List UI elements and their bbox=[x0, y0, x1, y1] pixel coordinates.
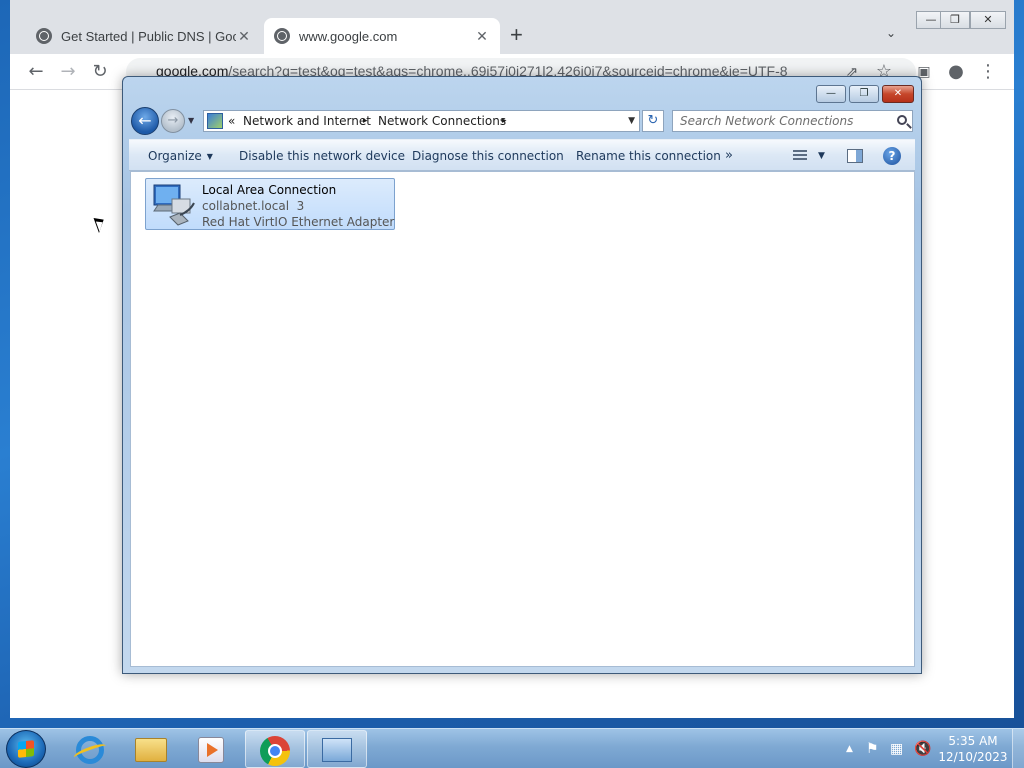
back-arrow-icon[interactable]: ← bbox=[131, 107, 159, 135]
tab-title: www.google.com bbox=[299, 28, 398, 44]
tab-search-chevron-icon[interactable]: ⌄ bbox=[886, 26, 896, 40]
search-input[interactable] bbox=[673, 111, 883, 131]
tab-public-dns[interactable]: Get Started | Public DNS | Goo ✕ bbox=[26, 18, 262, 54]
address-dropdown-icon[interactable]: ▼ bbox=[628, 111, 635, 131]
rename-connection-button[interactable]: Rename this connection bbox=[576, 140, 721, 172]
windows-explorer-icon bbox=[135, 738, 167, 762]
profile-avatar-icon[interactable]: ● bbox=[944, 60, 968, 84]
connection-adapter: Red Hat VirtIO Ethernet Adapter bbox=[202, 215, 395, 229]
reload-icon[interactable]: ↻ bbox=[88, 60, 112, 84]
media-player-icon bbox=[198, 737, 224, 763]
clock-time: 5:35 AM bbox=[948, 734, 998, 748]
forward-arrow-icon[interactable]: → bbox=[56, 60, 80, 84]
views-chevron-down-icon[interactable]: ▼ bbox=[818, 140, 825, 172]
history-chevron-down-icon[interactable]: ▼ bbox=[188, 116, 194, 125]
show-desktop-button[interactable] bbox=[1012, 729, 1024, 768]
breadcrumb-overflow[interactable]: « bbox=[228, 111, 235, 131]
breadcrumb-separator-icon[interactable]: ▸ bbox=[363, 111, 368, 131]
connection-details: Local Area Connection collabnet.local 3 … bbox=[202, 182, 394, 230]
organize-label: Organize bbox=[148, 149, 202, 163]
globe-icon bbox=[274, 28, 290, 44]
tab-title: Get Started | Public DNS | Goo bbox=[61, 28, 236, 44]
preview-pane-icon[interactable] bbox=[847, 149, 863, 163]
search-box[interactable] bbox=[672, 110, 913, 132]
connections-list: Local Area Connection collabnet.local 3 … bbox=[130, 171, 915, 667]
more-commands-button[interactable]: » bbox=[725, 140, 733, 172]
tab-google[interactable]: www.google.com ✕ bbox=[264, 18, 500, 54]
connection-network: collabnet.local 3 bbox=[202, 199, 305, 213]
search-icon[interactable] bbox=[897, 115, 907, 125]
globe-icon bbox=[36, 28, 52, 44]
diagnose-connection-button[interactable]: Diagnose this connection bbox=[412, 140, 564, 172]
back-arrow-icon[interactable]: ← bbox=[24, 60, 48, 84]
tray-expand-button[interactable]: ▲ bbox=[846, 729, 853, 768]
organize-button[interactable]: Organize ▼ bbox=[148, 140, 213, 172]
breadcrumb-network-and-internet[interactable]: Network and Internet bbox=[243, 111, 371, 131]
start-button[interactable] bbox=[6, 730, 46, 768]
internet-explorer-icon bbox=[76, 736, 104, 764]
volume-muted-icon[interactable]: 🔇 bbox=[914, 729, 931, 768]
control-panel-icon bbox=[207, 113, 223, 129]
menu-dots-icon[interactable]: ⋮ bbox=[976, 60, 1000, 84]
chrome-icon bbox=[260, 736, 290, 766]
network-connections-window: — ❐ ✕ ← → ▼ « Network and Internet ▸ Net… bbox=[122, 76, 922, 674]
close-button[interactable]: ✕ bbox=[882, 85, 914, 103]
restore-button[interactable]: ❐ bbox=[940, 11, 970, 29]
disable-device-button[interactable]: Disable this network device bbox=[239, 140, 405, 172]
new-tab-button[interactable]: + bbox=[510, 24, 523, 46]
breadcrumb[interactable]: « Network and Internet ▸ Network Connect… bbox=[203, 110, 640, 132]
restore-button[interactable]: ❐ bbox=[849, 85, 879, 103]
action-center-flag-icon[interactable]: ⚑ bbox=[866, 729, 879, 768]
connection-name: Local Area Connection bbox=[202, 183, 337, 197]
chevron-down-icon: ▼ bbox=[206, 152, 213, 161]
taskbar-windows-explorer[interactable] bbox=[121, 730, 181, 768]
network-adapter-icon bbox=[153, 184, 195, 226]
breadcrumb-network-connections[interactable]: Network Connections bbox=[378, 111, 506, 131]
network-status-icon[interactable]: ▦ bbox=[890, 729, 903, 768]
command-bar: Organize ▼ Disable this network device Di… bbox=[129, 139, 915, 171]
connection-item[interactable]: Local Area Connection collabnet.local 3 … bbox=[145, 178, 395, 230]
tab-close-button[interactable]: ✕ bbox=[474, 28, 490, 45]
close-button[interactable]: ✕ bbox=[970, 11, 1006, 29]
address-row: ← → ▼ « Network and Internet ▸ Network C… bbox=[131, 107, 915, 135]
network-connections-icon bbox=[322, 738, 352, 762]
clock-date: 12/10/2023 bbox=[938, 750, 1008, 764]
tab-close-button[interactable]: ✕ bbox=[236, 28, 252, 45]
taskbar-network-connections[interactable] bbox=[307, 730, 367, 768]
chrome-titlebar: Get Started | Public DNS | Goo ✕ www.goo… bbox=[10, 0, 1014, 54]
taskbar: ▲ ⚑ ▦ 🔇 5:35 AM 12/10/2023 bbox=[0, 728, 1024, 768]
refresh-icon[interactable]: ↻ bbox=[642, 110, 664, 132]
minimize-button[interactable]: — bbox=[816, 85, 846, 103]
forward-arrow-icon[interactable]: → bbox=[161, 109, 185, 133]
change-view-icon[interactable] bbox=[793, 150, 807, 162]
taskbar-internet-explorer[interactable] bbox=[60, 730, 120, 768]
help-icon[interactable]: ? bbox=[883, 147, 901, 165]
taskbar-chrome[interactable] bbox=[245, 730, 305, 768]
system-clock[interactable]: 5:35 AM 12/10/2023 bbox=[938, 733, 1008, 765]
breadcrumb-separator-icon[interactable]: ▸ bbox=[502, 111, 507, 131]
taskbar-media-player[interactable] bbox=[182, 730, 242, 768]
